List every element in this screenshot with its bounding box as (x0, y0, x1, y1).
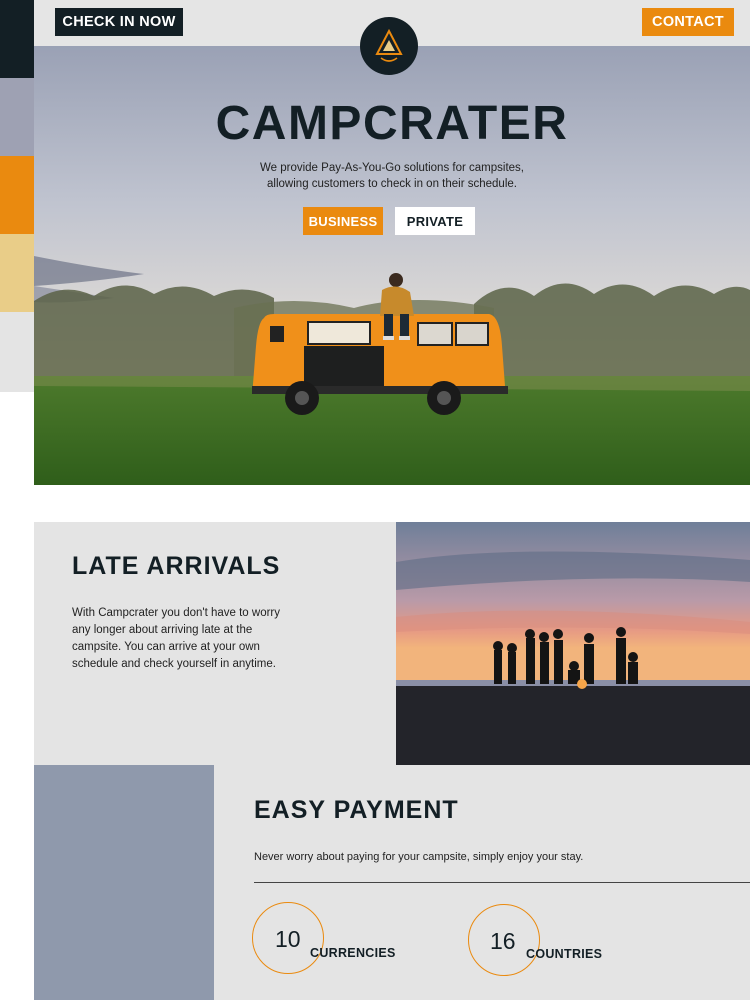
currencies-label: CURRENCIES (310, 946, 396, 960)
easy-payment-title: EASY PAYMENT (254, 796, 459, 824)
contact-button[interactable]: CONTACT (642, 8, 734, 36)
late-arrivals-text: With Campcrater you don't have to worry … (72, 607, 280, 670)
payment-side-panel (34, 765, 214, 1000)
countries-label: COUNTRIES (526, 947, 603, 961)
business-button[interactable]: BUSINESS (303, 207, 383, 235)
hero-title: CAMPCRATER (215, 97, 569, 150)
color-strip-sand (0, 234, 34, 312)
divider (254, 882, 750, 883)
campfire-photo (396, 522, 750, 765)
hero-subtitle: We provide Pay-As-You-Go solutions for c… (260, 162, 524, 190)
color-strip-orange (0, 156, 34, 234)
late-arrivals-title: LATE ARRIVALS (72, 552, 281, 580)
countries-count: 16 (490, 928, 516, 954)
color-strip-slate (0, 78, 34, 156)
color-strip-light (0, 312, 34, 392)
private-button[interactable]: PRIVATE (395, 207, 475, 235)
color-strip-dark (0, 0, 34, 78)
currencies-count: 10 (275, 926, 301, 952)
campcrater-logo-icon[interactable] (359, 16, 419, 76)
check-in-now-button[interactable]: CHECK IN NOW (55, 8, 183, 36)
easy-payment-text: Never worry about paying for your campsi… (254, 851, 584, 863)
